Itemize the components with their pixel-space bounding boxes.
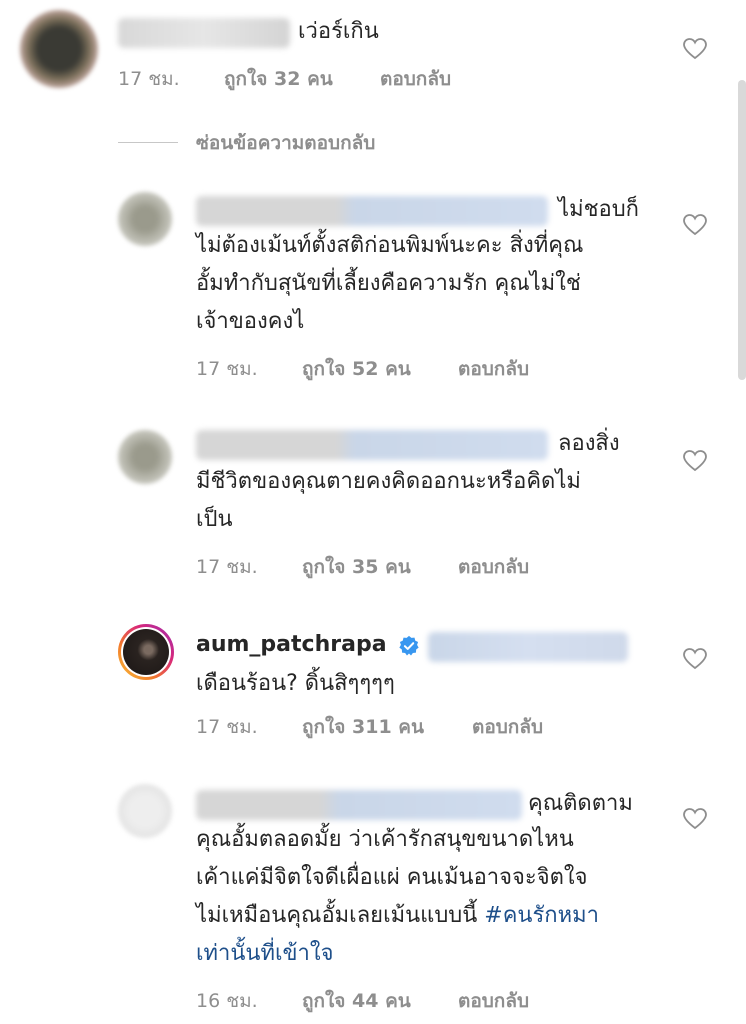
heart-icon[interactable]	[683, 38, 707, 60]
timestamp: 17 ชม.	[196, 556, 258, 578]
hide-replies-toggle[interactable]: ซ่อนข้อความตอบกลับ	[118, 128, 538, 158]
hide-replies-label[interactable]: ซ่อนข้อความตอบกลับ	[196, 128, 375, 158]
timestamp: 17 ชม.	[196, 358, 258, 380]
avatar[interactable]	[118, 192, 172, 246]
reply-button[interactable]: ตอบกลับ	[458, 354, 529, 384]
story-ring-avatar[interactable]	[118, 624, 174, 680]
reply-button[interactable]: ตอบกลับ	[458, 986, 529, 1016]
avatar[interactable]	[118, 784, 172, 838]
reply-button[interactable]: ตอบกลับ	[458, 552, 529, 582]
heart-icon[interactable]	[683, 648, 707, 670]
avatar[interactable]	[20, 10, 98, 88]
username-blurred[interactable]	[118, 18, 290, 48]
comment-meta: 16 ชม. ถูกใจ 44 คน ตอบกลับ	[196, 986, 596, 1012]
comment-text: มีชีวิตของคุณตายคงคิดออกนะหรือคิดไม่	[196, 469, 581, 494]
avatar[interactable]	[118, 430, 172, 484]
likes-count[interactable]: ถูกใจ 32 คน	[224, 64, 333, 94]
timestamp: 17 ชม.	[118, 68, 180, 90]
divider-line	[118, 142, 178, 143]
likes-count[interactable]: ถูกใจ 311 คน	[302, 712, 424, 742]
comment-meta: 17 ชม. ถูกใจ 52 คน ตอบกลับ	[196, 354, 596, 380]
reply-button[interactable]: ตอบกลับ	[380, 64, 451, 94]
comment-text: เว่อร์เกิน	[298, 19, 379, 44]
username-blurred[interactable]	[196, 196, 548, 226]
comment-text: เค้าแค่มีจิตใจดีเผื่อแผ่ คนเม้นอาจจะจิตใ…	[196, 865, 588, 890]
username-blurred[interactable]	[196, 790, 522, 820]
likes-count[interactable]: ถูกใจ 44 คน	[302, 986, 411, 1016]
verified-badge-icon	[399, 635, 419, 656]
likes-count[interactable]: ถูกใจ 35 คน	[302, 552, 411, 582]
heart-icon[interactable]	[683, 808, 707, 830]
comment-meta: 17 ชม. ถูกใจ 311 คน ตอบกลับ	[196, 712, 616, 738]
comment-text: คุณติดตาม	[528, 791, 633, 816]
hashtag-continuation[interactable]: เท่านั้นที่เข้าใจ	[196, 936, 334, 972]
scrollbar[interactable]	[738, 80, 746, 380]
avatar-inner	[121, 627, 171, 677]
comment-text: เป็น	[196, 507, 233, 532]
comment-text: ไม่ชอบก็	[558, 197, 639, 222]
comment-meta: 17 ชม. ถูกใจ 32 คน ตอบกลับ	[118, 64, 518, 90]
comment-text-part: ไม่เหมือนคุณอั้มเลยเม้นแบบนี้	[196, 903, 485, 928]
reply-button[interactable]: ตอบกลับ	[472, 712, 543, 742]
comment-text: เดือนร้อน? ดิ้นสิๆๆๆๆ	[196, 671, 395, 696]
comment-text: คุณอั้มตลอดมั้ย ว่าเค้ารักสนุขขนาดไหน	[196, 827, 574, 852]
timestamp: 17 ชม.	[196, 716, 258, 738]
comment-text: อั้มทำกับสุนัขที่เลี้ยงคือความรัก คุณไม่…	[196, 271, 581, 296]
heart-icon[interactable]	[683, 450, 707, 472]
username[interactable]: aum_patchrapa	[196, 632, 387, 657]
likes-count[interactable]: ถูกใจ 52 คน	[302, 354, 411, 384]
comment-text: เจ้าของคงไ	[196, 309, 305, 334]
comment-text: ไม่ต้องเม้นท์ตั้งสติก่อนพิมพ์นะคะ สิ่งที…	[196, 233, 584, 258]
username-blurred[interactable]	[196, 430, 548, 460]
avatar-photo	[123, 629, 169, 675]
comment-meta: 17 ชม. ถูกใจ 35 คน ตอบกลับ	[196, 552, 596, 578]
timestamp: 16 ชม.	[196, 990, 258, 1012]
mention-blurred[interactable]	[428, 632, 628, 662]
comment-text: ลองสิ่ง	[558, 431, 620, 456]
comment-text: ไม่เหมือนคุณอั้มเลยเม้นแบบนี้ #คนรักหมา	[196, 898, 599, 934]
hashtag-link[interactable]: #คนรักหมา	[484, 903, 599, 928]
heart-icon[interactable]	[683, 214, 707, 236]
